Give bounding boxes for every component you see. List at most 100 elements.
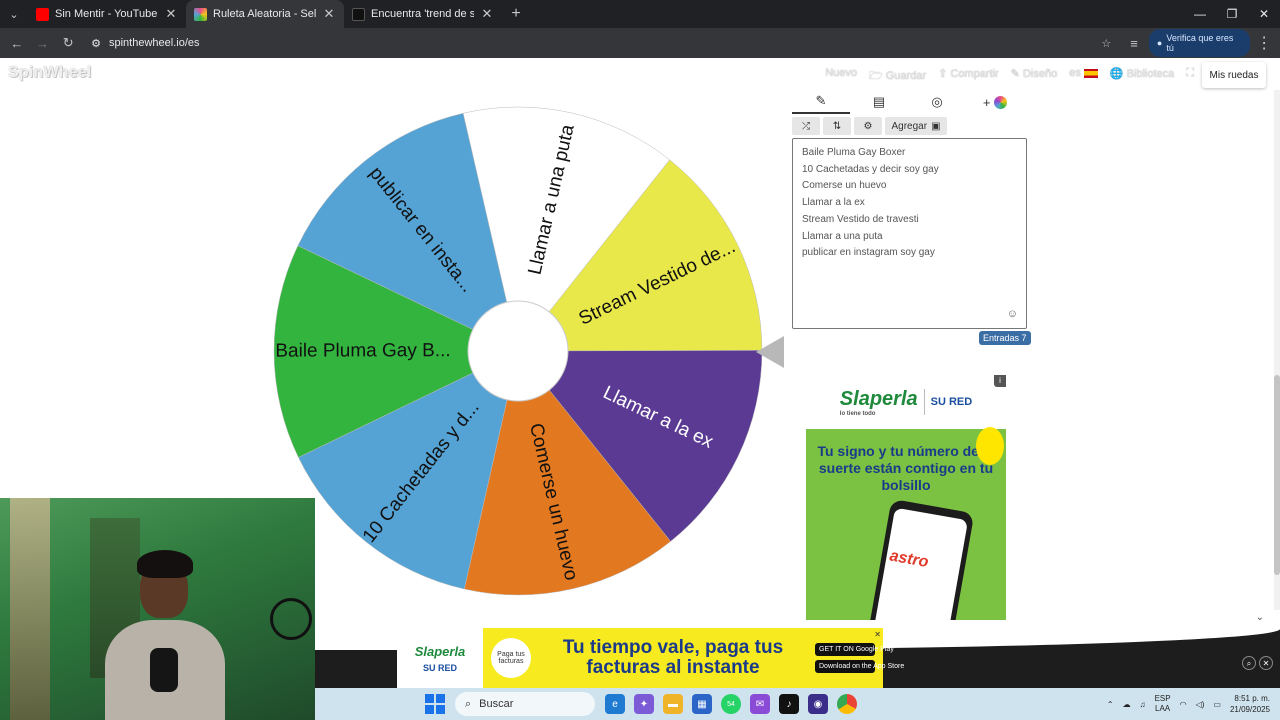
battery-icon[interactable]: ▭ (1213, 700, 1221, 709)
side-advertisement[interactable]: Slaperla lo tiene todo SU RED Tu signo y … (806, 375, 1006, 625)
site-info-icon[interactable]: ⚙ (91, 37, 101, 50)
whatsapp-icon[interactable]: 54 (721, 694, 741, 714)
add-image-button[interactable]: Agregar ▣ (885, 117, 947, 135)
tab-title: Encuentra 'trend de sohan' en T (371, 8, 474, 20)
plant-shape (10, 498, 50, 720)
ad-divider (923, 389, 925, 415)
pencil-icon: ✎ (815, 93, 827, 108)
add-label: Agregar (891, 120, 928, 132)
tab-add-color[interactable]: + (966, 90, 1024, 114)
tab-search-button[interactable]: ⌄ (0, 0, 28, 28)
forward-icon[interactable]: → (32, 36, 54, 51)
restore-icon[interactable]: ❐ (1216, 7, 1248, 21)
zoom-icon[interactable]: ⌕ (1242, 656, 1256, 670)
page-scrollbar[interactable] (1274, 90, 1280, 610)
browser-menu-icon[interactable]: ⋮ (1254, 33, 1274, 53)
close-icon[interactable]: ✕ (322, 6, 336, 22)
window-controls: — ❐ ✕ (1184, 7, 1280, 21)
system-tray: ⌃ ☁ ♫ ESP LAA ◠ ◁) ▭ 8:51 p. m. 21/09/2025 (1107, 693, 1270, 715)
spinwheel-favicon (194, 7, 207, 21)
ad-info-icon[interactable]: i (994, 375, 1006, 387)
media-app-icon[interactable]: ◉ (808, 694, 828, 714)
fullscreen-icon[interactable]: ⛶ (1186, 67, 1194, 86)
wifi-icon[interactable]: ◠ (1180, 700, 1187, 709)
entries-textarea[interactable]: Baile Pluma Gay Boxer 10 Cachetadas y de… (792, 138, 1027, 329)
minimize-icon[interactable]: — (1184, 7, 1216, 21)
mis-ruedas-button[interactable]: Mis ruedas (1202, 62, 1266, 88)
wheel-svg[interactable]: Llamar a una putaStream Vestido de...Lla… (268, 101, 768, 601)
taskbar-clock[interactable]: 8:51 p. m. 21/09/2025 (1230, 693, 1270, 715)
reading-list-icon[interactable]: ≡ (1123, 36, 1145, 51)
sort-button[interactable]: ⇅ (823, 117, 851, 135)
ad-phone-image: astro (865, 498, 975, 625)
chrome-icon[interactable] (837, 694, 857, 714)
settings-button[interactable]: ⚙ (854, 117, 882, 135)
tab-results[interactable]: ▤ (850, 90, 908, 114)
ad-brand-name: Slaperla (839, 387, 918, 410)
mic-tray-icon[interactable]: ♫ (1140, 700, 1146, 709)
close-ad-icon[interactable]: ✕ (1259, 656, 1273, 670)
tiktok-app-icon[interactable]: ♪ (779, 694, 799, 714)
wheel-hub[interactable] (467, 300, 569, 402)
nav-diseno[interactable]: ✎ Diseño (1011, 67, 1058, 86)
windows-start-icon[interactable] (425, 694, 445, 714)
new-tab-button[interactable]: + (502, 5, 530, 23)
emoji-icon[interactable]: ☺ (1007, 308, 1018, 320)
app-store-badge[interactable]: Download on the App Store (815, 660, 904, 673)
whatsapp-badge: 54 (727, 700, 735, 708)
hair-shape (137, 550, 193, 578)
reload-icon[interactable]: ↻ (57, 35, 79, 51)
volume-icon[interactable]: ◁) (1196, 700, 1205, 709)
nav-compartir[interactable]: ⇪ Compartir (938, 67, 999, 86)
messenger-icon[interactable]: ✉ (750, 694, 770, 714)
site-logo[interactable]: SpinWheel (8, 64, 92, 82)
panel-tabs: ✎ ▤ ◎ + (792, 90, 1026, 114)
folder-icon[interactable]: ▬ (663, 694, 683, 714)
browser-tab-youtube[interactable]: Sin Mentir - YouTube ✕ (28, 0, 186, 28)
entry-line: 10 Cachetadas y decir soy gay (802, 163, 939, 175)
taskbar-search-input[interactable]: ⌕ Buscar (455, 692, 595, 716)
site-nav: Nuevo 🗁 Guardar ⇪ Compartir ✎ Diseño es … (825, 67, 1194, 86)
tab-title: Sin Mentir - YouTube (55, 8, 158, 20)
tab-edit[interactable]: ✎ (792, 90, 850, 114)
taskbar-apps: e ✦ ▬ ▦ 54 ✉ ♪ ◉ (605, 694, 857, 714)
spin-wheel[interactable]: Llamar a una puta Stream Vestido de... Lla… (268, 101, 768, 601)
nav-guardar[interactable]: 🗁 Guardar (869, 67, 926, 86)
browser-tab-spinwheel[interactable]: Ruleta Aleatoria - Selector Pers ✕ (186, 0, 344, 28)
shuffle-button[interactable]: ⤮ (792, 117, 820, 135)
language-label: es (1069, 67, 1081, 79)
bookmark-star-icon[interactable]: ☆ (1101, 37, 1111, 50)
close-icon[interactable]: ✕ (480, 6, 494, 22)
url-input[interactable]: ⚙ spinthewheel.io/es ☆ (83, 32, 1120, 54)
scrollbar-thumb[interactable] (1274, 375, 1280, 575)
close-window-icon[interactable]: ✕ (1248, 7, 1280, 21)
ad-tagline: lo tiene todo (839, 410, 876, 417)
copilot-icon[interactable]: ✦ (634, 694, 654, 714)
nav-nuevo[interactable]: Nuevo (825, 67, 857, 86)
close-icon[interactable]: ✕ (874, 630, 881, 639)
entry-line: Baile Pluma Gay Boxer (802, 147, 906, 158)
nav-biblioteca-label: Biblioteca (1126, 68, 1175, 80)
sort-icon: ⇅ (832, 120, 842, 132)
bottom-advertisement[interactable]: Slaperla SU RED Paga tus facturas Tu tie… (397, 628, 904, 688)
back-icon[interactable]: ← (6, 36, 28, 51)
onedrive-icon[interactable]: ☁ (1123, 700, 1131, 709)
ad-moon-shape (976, 427, 1004, 465)
verify-identity-button[interactable]: ● Verifica que eres tú (1148, 29, 1251, 57)
browser-tab-tiktok[interactable]: Encuentra 'trend de sohan' en T ✕ (344, 0, 502, 28)
tab-hide[interactable]: ◎ (908, 90, 966, 114)
tiktok-icon (352, 7, 365, 21)
entries-count-badge: Entradas 7 (979, 331, 1031, 345)
google-play-badge[interactable]: GET IT ON Google Play (815, 643, 894, 656)
nav-language[interactable]: es (1069, 67, 1098, 86)
bottom-ad-logos: Slaperla SU RED (397, 628, 483, 688)
tray-chevron-icon[interactable]: ⌃ (1107, 700, 1114, 709)
store-icon[interactable]: ▦ (692, 694, 712, 714)
ad-header: Slaperla lo tiene todo SU RED (806, 375, 1006, 429)
clipboard-icon: ▤ (872, 94, 886, 109)
close-icon[interactable]: ✕ (164, 6, 178, 22)
nav-biblioteca[interactable]: 🌐 Biblioteca (1110, 67, 1174, 86)
file-explorer-icon[interactable]: e (605, 694, 625, 714)
entry-line: Llamar a una puta (802, 230, 883, 242)
input-language[interactable]: ESP LAA (1155, 694, 1171, 714)
